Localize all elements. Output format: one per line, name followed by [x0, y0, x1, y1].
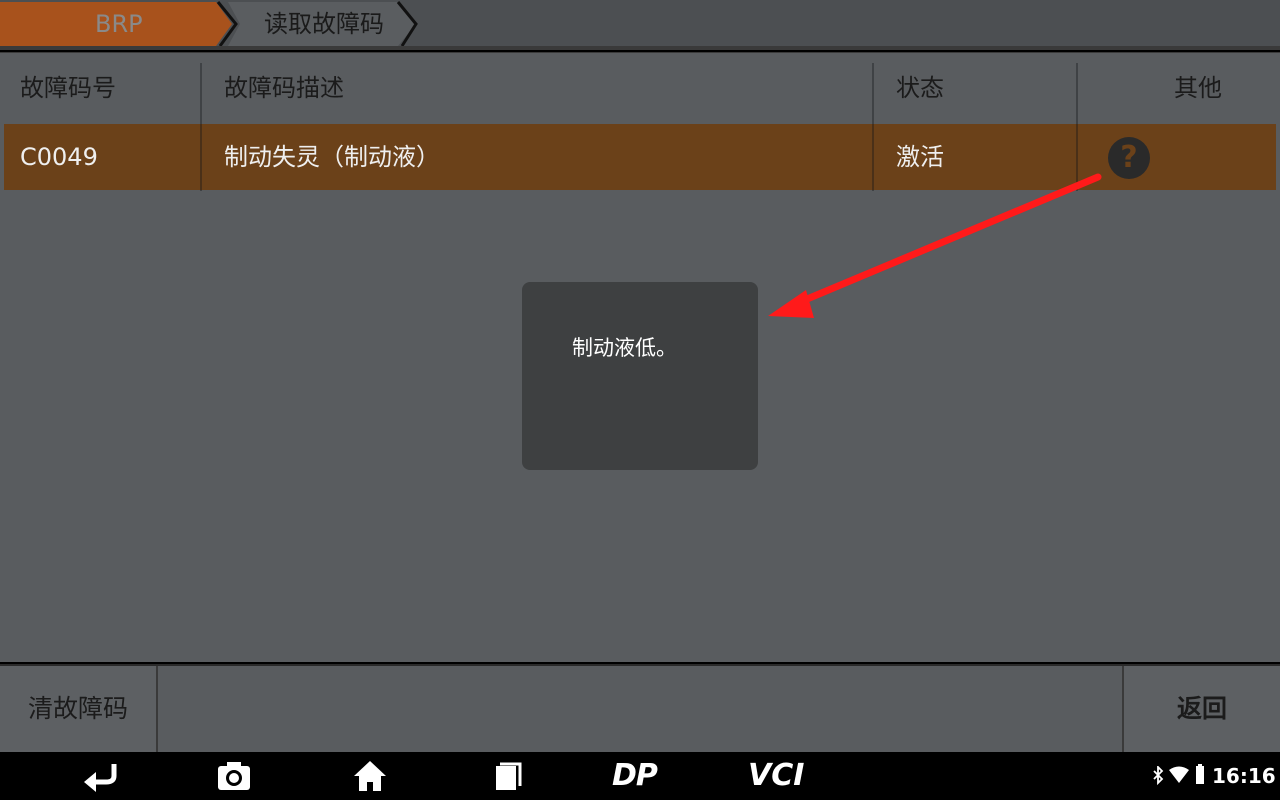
recent-apps-icon[interactable]	[490, 758, 526, 794]
camera-icon[interactable]	[216, 758, 252, 794]
column-divider	[200, 124, 202, 190]
system-nav-bar: DP VCI 16:16	[0, 752, 1280, 800]
battery-icon	[1196, 764, 1204, 784]
dtc-description: 制动失灵（制动液）	[224, 143, 440, 171]
back-icon[interactable]	[80, 758, 120, 794]
dtc-status: 激活	[896, 143, 944, 171]
column-divider	[1076, 124, 1078, 190]
breadcrumb: BRP 读取故障码	[0, 0, 1280, 50]
help-icon[interactable]: ?	[1108, 137, 1150, 179]
table-row[interactable]: C0049 制动失灵（制动液） 激活 ?	[4, 124, 1276, 190]
dp-logo[interactable]: DP	[612, 758, 658, 794]
back-button[interactable]: 返回	[1122, 666, 1280, 752]
breadcrumb-item-brp[interactable]: BRP	[95, 0, 143, 48]
header-code: 故障码号	[20, 74, 116, 102]
help-popup: 制动液低。	[522, 282, 758, 470]
popup-text: 制动液低。	[572, 336, 677, 360]
column-divider	[872, 124, 874, 190]
vci-logo[interactable]: VCI	[748, 758, 804, 794]
header-status: 状态	[896, 74, 944, 102]
header-other: 其他	[1174, 74, 1222, 102]
clear-dtc-button[interactable]: 清故障码	[0, 666, 158, 752]
header-description: 故障码描述	[224, 74, 344, 102]
home-icon[interactable]	[352, 758, 388, 794]
breadcrumb-item-read-dtc[interactable]: 读取故障码	[264, 0, 384, 48]
breadcrumb-shapes	[0, 1, 1280, 50]
wifi-icon	[1169, 766, 1189, 783]
bluetooth-icon	[1153, 766, 1164, 786]
status-clock: 16:16	[1212, 764, 1276, 788]
dtc-code: C0049	[20, 143, 98, 171]
bottom-button-bar: 清故障码 返回	[0, 664, 1280, 752]
